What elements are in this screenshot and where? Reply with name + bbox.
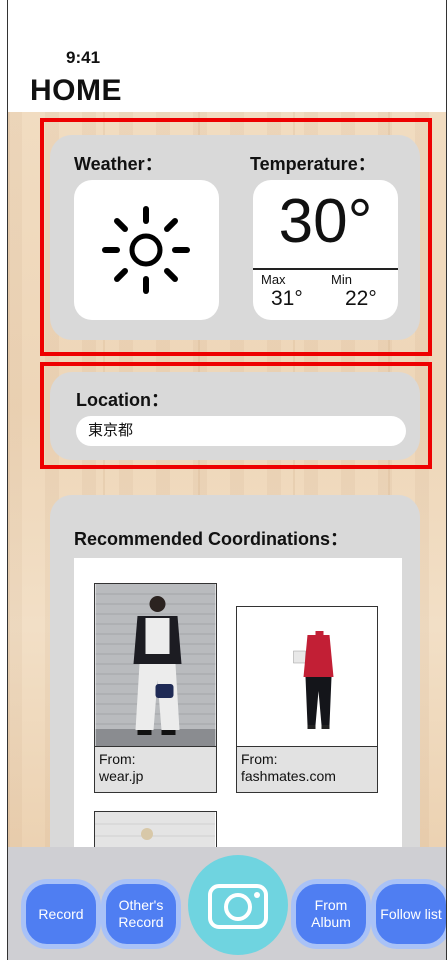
follow-list-button[interactable]: Follow list — [371, 879, 446, 949]
max-label: Max — [261, 272, 286, 287]
max-temperature: 31° — [271, 287, 303, 310]
camera-button[interactable] — [188, 855, 288, 955]
outfit-caption: From: wear.jp — [95, 746, 216, 792]
current-temperature: 30° — [278, 187, 373, 256]
page-title: HOME — [30, 74, 122, 107]
outfit-source: wear.jp — [99, 768, 144, 784]
weather-label: Weather： — [74, 154, 163, 174]
temperature-divider — [253, 268, 398, 270]
location-label: Location： — [76, 390, 169, 410]
bottom-nav: Record Other's Record From Album Follow … — [8, 847, 446, 960]
min-label: Min — [331, 272, 352, 287]
others-record-button[interactable]: Other's Record — [101, 879, 181, 949]
min-temperature: 22° — [345, 287, 377, 310]
from-album-button[interactable]: From Album — [291, 879, 371, 949]
phone-frame: 9:41 HOME Weather： Temperature： 30° Max … — [7, 0, 447, 960]
coordinations-label: Recommended Coordinations： — [74, 529, 349, 549]
record-button[interactable]: Record — [21, 879, 101, 949]
outfit-source: fashmates.com — [241, 768, 336, 784]
status-time: 9:41 — [66, 48, 101, 67]
temperature-tile: 30° Max Min 31° 22° — [253, 180, 398, 320]
outfit-card[interactable]: From: fashmates.com — [236, 606, 378, 793]
temperature-label: Temperature： — [250, 154, 376, 174]
coordinations-card: Recommended Coordinations： From: wear.jp… — [50, 495, 420, 861]
outfit-photo — [95, 584, 216, 746]
outfit-from-label: From: — [241, 751, 278, 767]
outfit-caption: From: fashmates.com — [237, 746, 377, 792]
weather-condition-tile — [74, 180, 219, 320]
outfit-card[interactable]: From: wear.jp — [94, 583, 217, 793]
camera-icon — [208, 884, 268, 929]
location-card: Location： 東京都 — [50, 372, 420, 460]
coordinations-grid: From: wear.jp From: fashmates.com — [74, 558, 402, 861]
status-bar: 9:41 — [8, 0, 446, 72]
outfit-photo — [237, 607, 377, 746]
location-field[interactable]: 東京都 — [76, 416, 406, 446]
outfit-from-label: From: — [99, 751, 136, 767]
weather-card: Weather： Temperature： 30° Max Min 31° 22… — [50, 135, 420, 340]
sun-icon — [102, 206, 190, 294]
